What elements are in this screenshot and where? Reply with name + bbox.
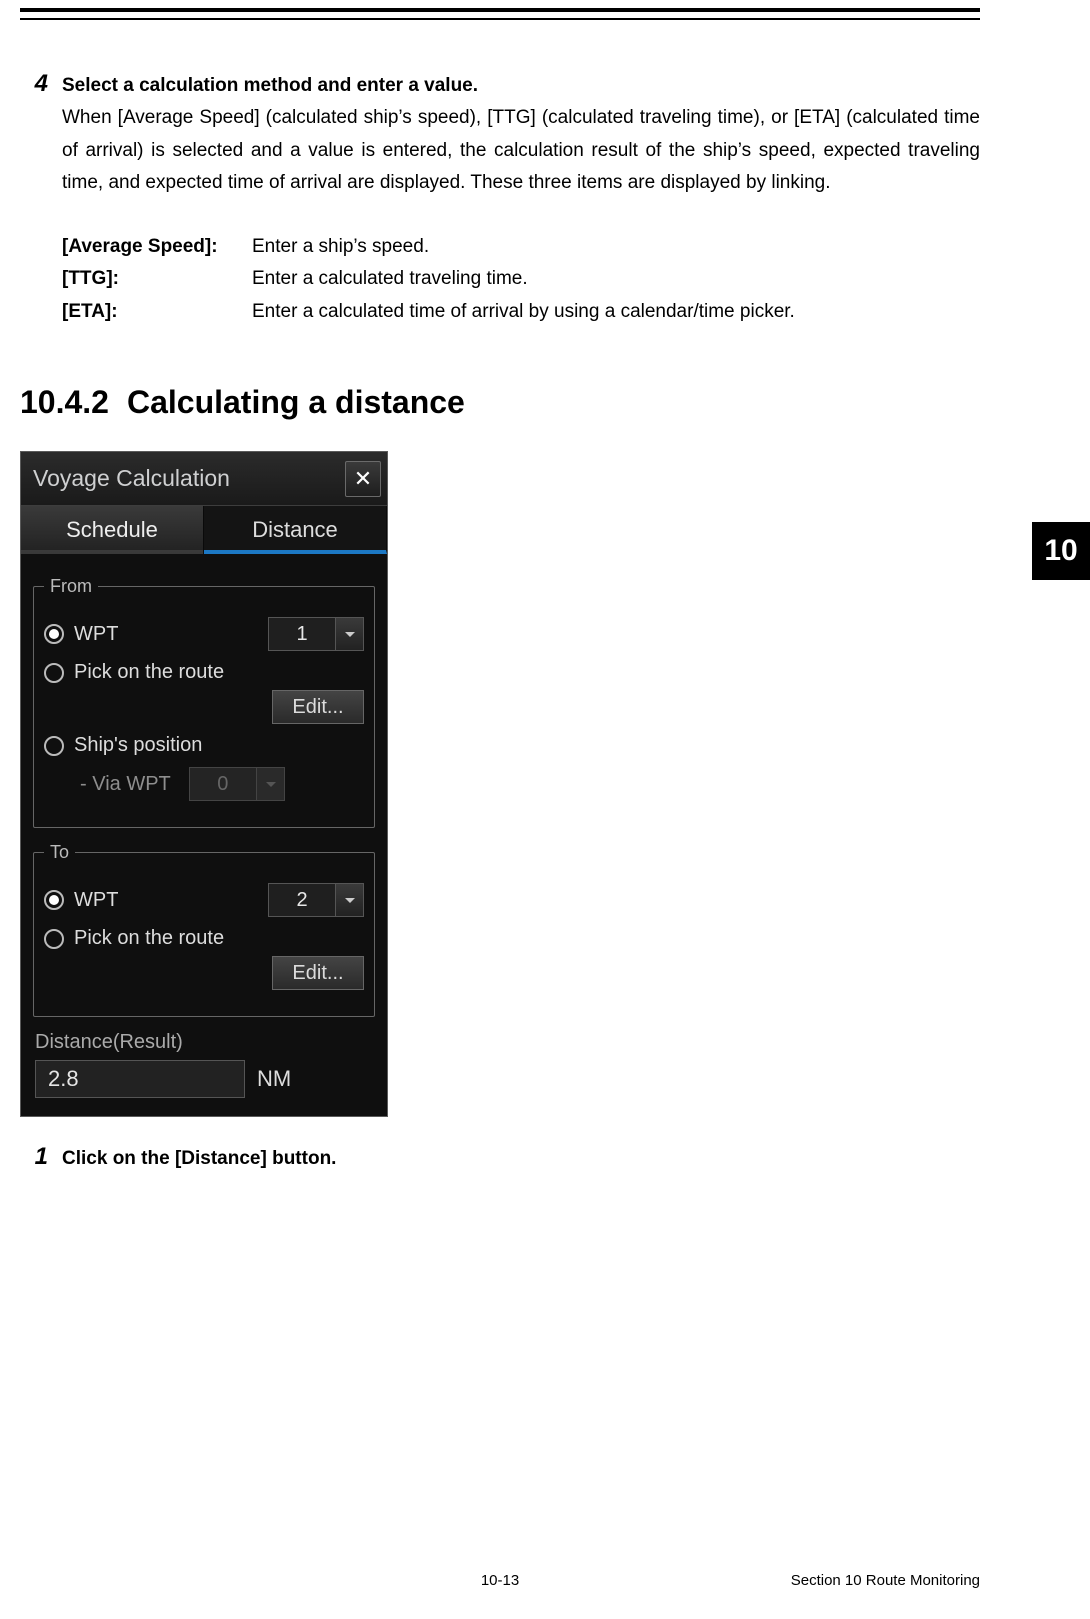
step-1-title: Click on the [Distance] button. <box>62 1148 336 1169</box>
radio-from-wpt[interactable] <box>44 624 64 644</box>
definition-list: [Average Speed]: Enter a ship’s speed. [… <box>62 231 980 328</box>
section-heading: 10.4.2 Calculating a distance <box>20 384 980 421</box>
radio-to-pick[interactable] <box>44 929 64 949</box>
step-1-body: Click on the [Distance] button. <box>62 1143 980 1175</box>
from-wpt-row: WPT 1 <box>44 617 364 651</box>
to-pick-row: Pick on the route <box>44 927 364 950</box>
step-1: 1 Click on the [Distance] button. <box>20 1143 980 1175</box>
dialog-title: Voyage Calculation <box>33 465 230 492</box>
from-pick-label: Pick on the route <box>74 661 224 684</box>
to-pick-label: Pick on the route <box>74 927 224 950</box>
step-4-title: Select a calculation method and enter a … <box>62 75 478 96</box>
result-value: 2.8 <box>35 1060 245 1098</box>
step-1-number: 1 <box>20 1143 48 1175</box>
dialog-titlebar: Voyage Calculation ✕ <box>21 452 387 506</box>
footer-section: Section 10 Route Monitoring <box>791 1572 980 1589</box>
result-line: 2.8 NM <box>35 1060 373 1098</box>
from-via-value: 0 <box>189 767 257 801</box>
group-from-legend: From <box>44 576 98 597</box>
tab-schedule[interactable]: Schedule <box>21 506 204 554</box>
from-via-row: - Via WPT 0 <box>44 767 364 801</box>
step-4: 4 Select a calculation method and enter … <box>20 70 980 199</box>
def-row-eta: [ETA]: Enter a calculated time of arriva… <box>62 296 980 328</box>
to-edit-button[interactable]: Edit... <box>272 956 364 990</box>
from-wpt-label: WPT <box>74 623 118 646</box>
def-row-average-speed: [Average Speed]: Enter a ship’s speed. <box>62 231 980 263</box>
def-key-eta: [ETA]: <box>62 296 244 328</box>
from-via-label: - Via WPT <box>80 773 171 796</box>
from-ship-row: Ship's position <box>44 734 364 757</box>
main-content: 4 Select a calculation method and enter … <box>20 70 980 1195</box>
from-via-spin: 0 <box>189 767 285 801</box>
dialog-tabs: Schedule Distance <box>21 506 387 554</box>
top-divider <box>20 8 980 20</box>
close-icon: ✕ <box>354 468 372 490</box>
from-pick-row: Pick on the route <box>44 661 364 684</box>
group-from: From WPT 1 Pick on the route <box>33 576 375 828</box>
def-row-ttg: [TTG]: Enter a calculated traveling time… <box>62 263 980 295</box>
radio-from-ship[interactable] <box>44 736 64 756</box>
step-4-desc: When [Average Speed] (calculated ship’s … <box>62 107 980 193</box>
to-wpt-spin[interactable]: 2 <box>268 883 364 917</box>
chapter-side-tab: 10 <box>1032 522 1090 580</box>
radio-from-pick[interactable] <box>44 663 64 683</box>
radio-to-wpt[interactable] <box>44 890 64 910</box>
to-wpt-value: 2 <box>268 883 336 917</box>
step-4-number: 4 <box>20 70 48 199</box>
voyage-calculation-dialog: Voyage Calculation ✕ Schedule Distance F… <box>20 451 388 1117</box>
group-to: To WPT 2 Pick on the route <box>33 842 375 1017</box>
def-val-eta: Enter a calculated time of arrival by us… <box>252 296 795 328</box>
result-row: Distance(Result) 2.8 NM <box>33 1031 375 1098</box>
def-val-ttg: Enter a calculated traveling time. <box>252 263 528 295</box>
dialog-panel: From WPT 1 Pick on the route <box>21 554 387 1116</box>
to-wpt-row: WPT 2 <box>44 883 364 917</box>
from-wpt-value: 1 <box>268 617 336 651</box>
page-root: 4 Select a calculation method and enter … <box>0 0 1090 1619</box>
page-footer: 10-13 Section 10 Route Monitoring <box>20 1572 980 1589</box>
section-number: 10.4.2 <box>20 384 109 420</box>
chevron-down-icon[interactable] <box>336 883 364 917</box>
step-4-body: Select a calculation method and enter a … <box>62 70 980 199</box>
from-wpt-spin[interactable]: 1 <box>268 617 364 651</box>
chevron-down-icon[interactable] <box>336 617 364 651</box>
to-edit-row: Edit... <box>44 956 364 990</box>
def-val-average-speed: Enter a ship’s speed. <box>252 231 429 263</box>
def-key-ttg: [TTG]: <box>62 263 244 295</box>
def-key-average-speed: [Average Speed]: <box>62 231 244 263</box>
to-wpt-label: WPT <box>74 889 118 912</box>
from-edit-button[interactable]: Edit... <box>272 690 364 724</box>
from-ship-label: Ship's position <box>74 734 202 757</box>
from-edit-row: Edit... <box>44 690 364 724</box>
tab-distance[interactable]: Distance <box>204 506 387 554</box>
section-title: Calculating a distance <box>127 384 465 420</box>
close-button[interactable]: ✕ <box>345 461 381 497</box>
result-unit: NM <box>257 1066 291 1092</box>
footer-page-number: 10-13 <box>481 1572 519 1589</box>
result-label: Distance(Result) <box>35 1031 373 1054</box>
chevron-down-icon <box>257 767 285 801</box>
group-to-legend: To <box>44 842 75 863</box>
